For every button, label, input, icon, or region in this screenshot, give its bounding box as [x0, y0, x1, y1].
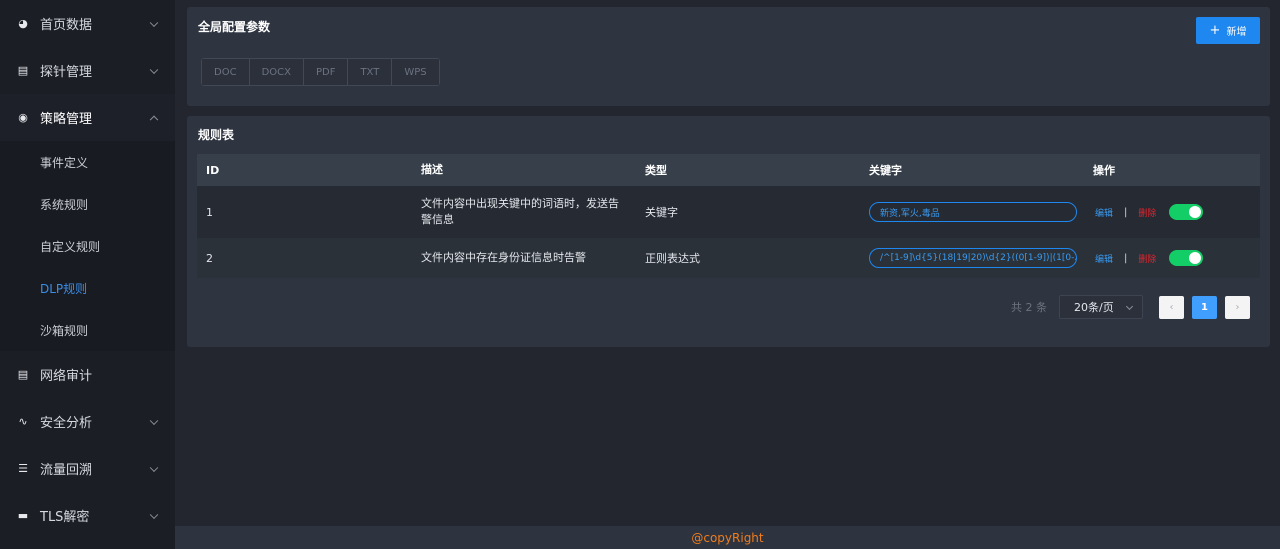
table-row: 2 文件内容中存在身份证信息时告警 正则表达式 /^[1-9]\d{5}(18|… [197, 238, 1260, 278]
submenu-item-sandbox-rules[interactable]: 沙箱规则 [0, 309, 175, 351]
enable-toggle[interactable] [1169, 250, 1204, 266]
cell-actions: 编辑 | 删除 [1093, 204, 1260, 220]
action-separator: | [1124, 206, 1128, 218]
page-size-value: 20条/页 [1074, 301, 1114, 314]
cell-id: 2 [206, 251, 213, 265]
column-header-id: ID [206, 163, 220, 177]
chevron-down-icon [149, 65, 159, 74]
circle-icon: ◉ [18, 111, 28, 124]
chevron-up-icon [149, 115, 159, 124]
delete-link[interactable]: 删除 [1138, 252, 1156, 265]
table-header: ID 描述 类型 关键字 操作 [197, 154, 1260, 186]
action-separator: | [1124, 252, 1128, 264]
chevron-down-icon [149, 463, 159, 472]
add-button-label: 新增 [1226, 27, 1247, 38]
sidebar-item-label: 策略管理 [40, 112, 93, 127]
submenu-item-event-definition[interactable]: 事件定义 [0, 141, 175, 183]
sidebar: ◕ 首页数据 ▤ 探针管理 ◉ 策略管理 事件定义 系统规则 自定义规则 DLP… [0, 0, 175, 549]
sidebar-item-label: 网络审计 [40, 369, 93, 384]
pie-chart-icon: ◕ [18, 17, 28, 30]
global-config-title: 全局配置参数 [198, 20, 271, 34]
sidebar-item-label: 安全分析 [40, 416, 93, 431]
chevron-down-icon [149, 18, 159, 27]
column-header-actions: 操作 [1093, 164, 1115, 177]
cell-description: 文件内容中出现关键中的词语时，发送告警信息 [421, 196, 619, 227]
enable-toggle[interactable] [1169, 204, 1204, 220]
pulse-icon: ∿ [18, 415, 28, 428]
add-button[interactable]: + 新增 [1196, 17, 1260, 44]
sidebar-item-home-data[interactable]: ◕ 首页数据 [0, 0, 175, 47]
footer-copyright: @copyRight [175, 526, 1280, 549]
format-button-wps[interactable]: WPS [392, 59, 439, 85]
sidebar-item-tls-decrypt[interactable]: ▬ TLS解密 [0, 492, 175, 539]
policy-submenu: 事件定义 系统规则 自定义规则 DLP规则 沙箱规则 [0, 141, 175, 351]
column-header-description: 描述 [421, 162, 443, 176]
page-size-select[interactable]: 20条/页 [1059, 295, 1143, 319]
column-header-keyword: 关键字 [869, 164, 902, 177]
cell-keyword: /^[1-9]\d{5}(18|19|20)\d{2}((0[1-9])|(1[… [869, 248, 1093, 268]
submenu-item-system-rules[interactable]: 系统规则 [0, 183, 175, 225]
global-config-card: 全局配置参数 + 新增 DOC DOCX PDF TXT WPS [187, 7, 1270, 106]
table-row: 1 文件内容中出现关键中的词语时，发送告警信息 关键字 新资,军火,毒品 编辑 … [197, 186, 1260, 238]
format-button-docx[interactable]: DOCX [249, 59, 304, 85]
cell-type: 正则表达式 [645, 252, 700, 265]
submenu-item-custom-rules[interactable]: 自定义规则 [0, 225, 175, 267]
cell-keyword: 新资,军火,毒品 [869, 202, 1093, 222]
keyword-tag: 新资,军火,毒品 [869, 202, 1077, 222]
document-icon: ▤ [17, 368, 29, 381]
pagination: 共 2 条 20条/页 ‹ 1 › [1011, 295, 1250, 319]
edit-link[interactable]: 编辑 [1095, 206, 1113, 219]
column-header-type: 类型 [645, 164, 667, 177]
sidebar-item-network-audit[interactable]: ▤ 网络审计 [0, 351, 175, 398]
format-button-txt[interactable]: TXT [348, 59, 393, 85]
rules-table: ID 描述 类型 关键字 操作 1 文件内容中出现关键中的词语时，发送告警信息 … [197, 154, 1260, 278]
file-format-group: DOC DOCX PDF TXT WPS [201, 58, 440, 86]
monitor-icon: ▬ [17, 509, 29, 522]
sidebar-item-security-analysis[interactable]: ∿ 安全分析 [0, 398, 175, 445]
sidebar-item-label: 探针管理 [40, 65, 93, 80]
sidebar-item-label: 流量回溯 [40, 463, 93, 478]
submenu-item-dlp-rules[interactable]: DLP规则 [0, 267, 175, 309]
sidebar-item-policy-management[interactable]: ◉ 策略管理 [0, 94, 175, 141]
sidebar-item-label: TLS解密 [40, 510, 90, 525]
cell-actions: 编辑 | 删除 [1093, 250, 1260, 266]
cell-id: 1 [206, 205, 213, 219]
plus-icon: + [1209, 23, 1221, 38]
rules-title: 规则表 [198, 128, 235, 142]
format-button-pdf[interactable]: PDF [303, 59, 349, 85]
cell-type: 关键字 [645, 206, 678, 219]
chevron-down-icon [149, 510, 159, 519]
rules-card: 规则表 ID 描述 类型 关键字 操作 1 文件内容中出现关键中的词语时，发送告… [187, 116, 1270, 347]
total-count: 共 2 条 [1011, 301, 1047, 314]
edit-link[interactable]: 编辑 [1095, 252, 1113, 265]
cell-description: 文件内容中存在身份证信息时告警 [421, 250, 586, 264]
format-button-doc[interactable]: DOC [202, 59, 250, 85]
delete-link[interactable]: 删除 [1138, 206, 1156, 219]
sidebar-item-probe-management[interactable]: ▤ 探针管理 [0, 47, 175, 94]
chevron-down-icon [1125, 302, 1134, 311]
document-icon: ▤ [17, 64, 29, 77]
keyword-tag: /^[1-9]\d{5}(18|19|20)\d{2}((0[1-9])|(1[… [869, 248, 1077, 268]
prev-page-button[interactable]: ‹ [1159, 295, 1184, 319]
next-page-button[interactable]: › [1225, 295, 1250, 319]
sidebar-item-traffic-playback[interactable]: ☰ 流量回溯 [0, 445, 175, 492]
page-number-button[interactable]: 1 [1192, 295, 1217, 319]
chevron-left-icon: ‹ [1169, 301, 1174, 313]
chevron-down-icon [149, 416, 159, 425]
database-icon: ☰ [18, 462, 28, 475]
chevron-right-icon: › [1235, 301, 1240, 313]
sidebar-item-label: 首页数据 [40, 18, 93, 33]
